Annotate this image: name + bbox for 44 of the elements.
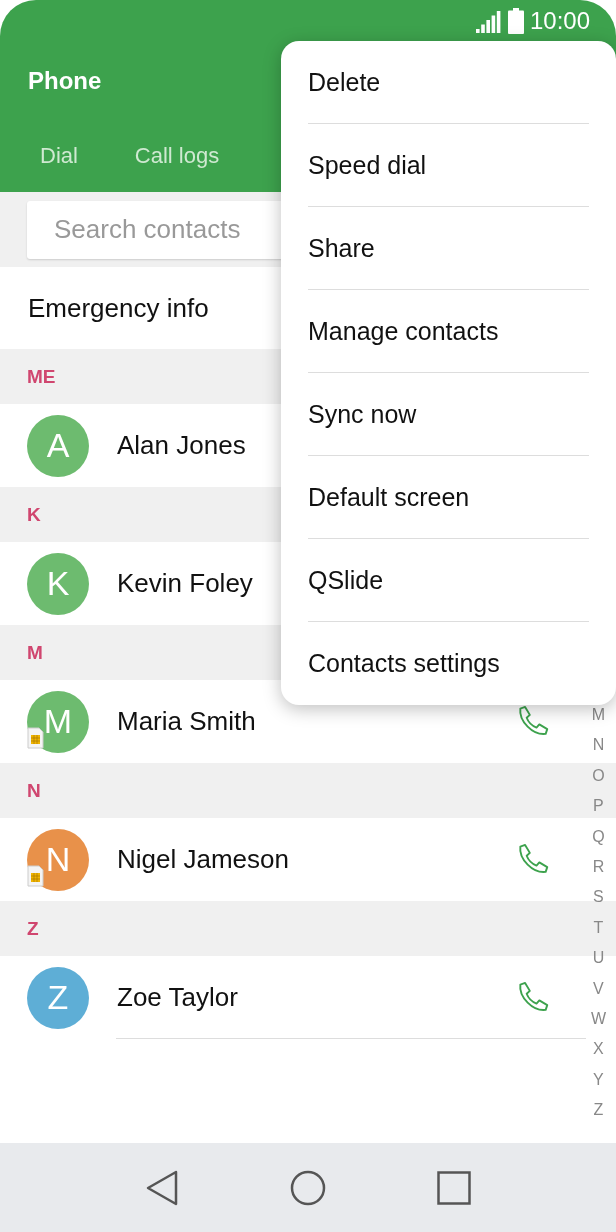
index-letter[interactable]: O — [592, 760, 605, 792]
recents-icon[interactable] — [436, 1170, 471, 1205]
menu-item[interactable]: Delete — [308, 41, 589, 124]
index-letter[interactable]: W — [590, 1003, 606, 1035]
contact-avatar: A — [27, 414, 89, 477]
index-letter[interactable]: Q — [592, 821, 605, 852]
index-letter[interactable]: Z — [593, 1095, 604, 1126]
home-icon[interactable] — [290, 1169, 326, 1206]
back-icon[interactable] — [145, 1169, 180, 1206]
menu-item[interactable]: Contacts settings — [308, 622, 589, 705]
menu-item[interactable]: Manage contacts — [308, 290, 589, 373]
menu-item[interactable]: Share — [308, 207, 589, 290]
app-title: Phone — [28, 67, 102, 95]
contact-name[interactable]: Nigel Jameson — [117, 844, 514, 875]
contact-avatar: K — [27, 552, 89, 615]
section-letter: ME — [27, 365, 56, 388]
menu-item[interactable]: QSlide — [308, 539, 589, 622]
menu-item[interactable]: Sync now — [308, 373, 589, 456]
contact-avatar: M — [27, 690, 89, 753]
index-letter[interactable]: S — [593, 882, 604, 913]
index-letter[interactable]: T — [593, 912, 604, 944]
menu-item[interactable]: Speed dial — [308, 124, 589, 207]
section-letter: Z — [27, 917, 39, 940]
signal-icon — [475, 9, 502, 33]
contact-name[interactable]: Zoe Taylor — [117, 982, 514, 1013]
section-letter: K — [27, 503, 41, 526]
menu-item[interactable]: Default screen — [308, 456, 589, 539]
contact-avatar: N — [27, 828, 89, 891]
tab[interactable]: Dial — [0, 143, 118, 169]
tab[interactable]: Call logs — [118, 143, 236, 169]
index-letter[interactable]: U — [592, 943, 605, 974]
index-letter[interactable]: X — [593, 1034, 604, 1065]
section-letter: N — [27, 779, 41, 802]
contact-name[interactable]: Maria Smith — [117, 706, 514, 737]
index-letter[interactable]: V — [593, 973, 604, 1004]
status-time: 10:00 — [529, 7, 590, 35]
section-letter: M — [27, 641, 43, 664]
emergency-info-item[interactable]: Emergency info — [28, 292, 209, 324]
index-letter[interactable]: Y — [593, 1064, 604, 1096]
index-letter[interactable]: N — [592, 730, 605, 761]
index-letter[interactable]: P — [593, 791, 604, 822]
battery-icon — [507, 8, 524, 34]
contact-avatar: Z — [27, 966, 89, 1029]
index-letter[interactable]: R — [592, 851, 605, 883]
